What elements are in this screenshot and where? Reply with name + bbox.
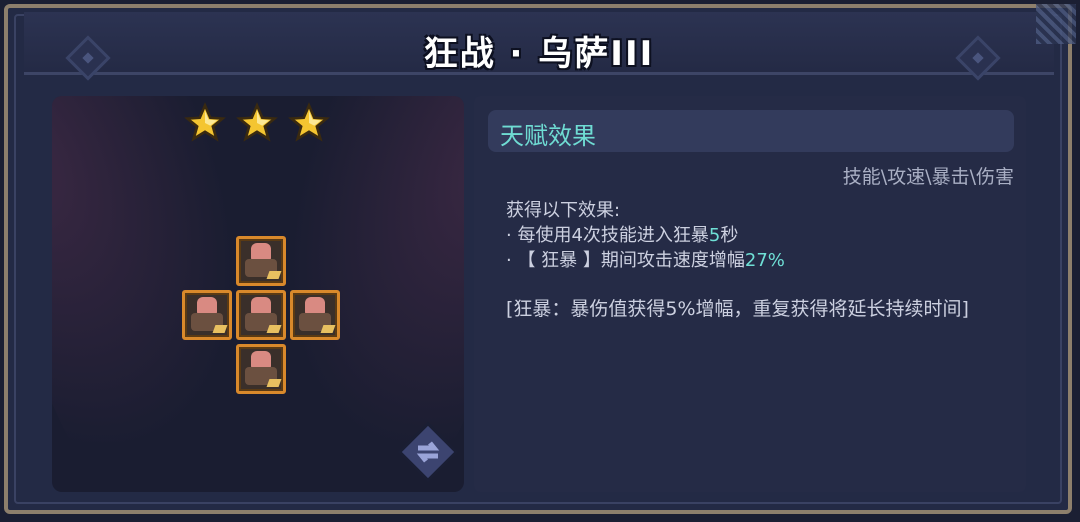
talent-panel: 天赋效果 技能\攻速\暴击\伤害 获得以下效果: · 每使用4次技能进入狂暴5秒… bbox=[474, 96, 1026, 492]
talent-effects: 获得以下效果: · 每使用4次技能进入狂暴5秒 · 【 狂暴 】期间攻击速度增幅… bbox=[506, 198, 785, 273]
star-rating bbox=[184, 102, 330, 144]
star-icon bbox=[184, 102, 226, 142]
swap-icon[interactable] bbox=[396, 420, 460, 484]
unit-slot-top[interactable] bbox=[236, 236, 286, 286]
unit-slot-right[interactable] bbox=[290, 290, 340, 340]
unit-slot-center[interactable] bbox=[236, 290, 286, 340]
hero-title: 狂战 · 乌萨III bbox=[423, 34, 655, 74]
talent-title: 天赋效果 bbox=[500, 122, 596, 150]
title-bar: 狂战 · 乌萨III bbox=[24, 12, 1054, 81]
berserk-note: [狂暴：暴伤值获得5%增幅，重复获得将延长持续时间] bbox=[506, 298, 969, 320]
effect-line-1: · 每使用4次技能进入狂暴5秒 bbox=[506, 225, 739, 246]
star-icon bbox=[288, 102, 330, 142]
unit-slot-left[interactable] bbox=[182, 290, 232, 340]
effects-intro: 获得以下效果: bbox=[506, 200, 621, 221]
unit-slot-bottom[interactable] bbox=[236, 344, 286, 394]
star-icon bbox=[236, 102, 278, 142]
corner-pattern bbox=[1036, 4, 1076, 44]
talent-header: 天赋效果 bbox=[488, 110, 1014, 152]
effect-line-2: · 【 狂暴 】期间攻击速度增幅27% bbox=[506, 250, 785, 271]
talent-tags: 技能\攻速\暴击\伤害 bbox=[842, 166, 1014, 188]
